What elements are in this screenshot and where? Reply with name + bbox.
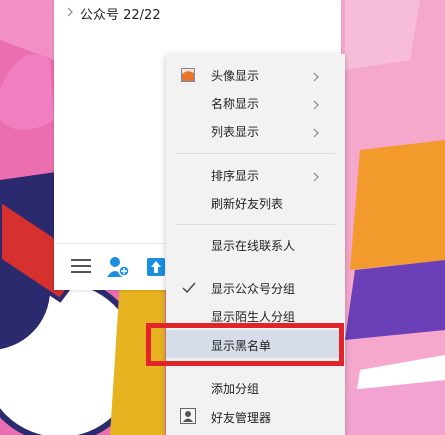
menu-item-show-public-accounts[interactable]: 显示公众号分组 (166, 274, 345, 302)
submenu-arrow-icon (312, 127, 320, 138)
group-row-public-accounts[interactable]: 公众号 22/22 (66, 2, 161, 24)
menu-icon[interactable] (70, 256, 92, 279)
friend-manager-icon (180, 408, 196, 427)
group-label: 公众号 22/22 (80, 7, 161, 23)
menu-separator (176, 224, 335, 225)
check-icon (182, 282, 196, 294)
menu-item-add-group[interactable]: 添加分组 (166, 373, 345, 401)
app-store-icon[interactable] (146, 256, 166, 281)
menu-item-refresh-friends[interactable]: 刷新好友列表 (166, 189, 345, 217)
add-contact-icon[interactable] (106, 256, 130, 281)
submenu-arrow-icon (312, 171, 320, 182)
avatar-display-icon (181, 68, 195, 82)
highlight-annotation-box (146, 323, 344, 366)
menu-item-name-display[interactable]: 名称显示 (166, 89, 345, 117)
submenu-arrow-icon (312, 71, 320, 82)
menu-item-friend-manager[interactable]: 好友管理器 (166, 402, 345, 430)
submenu-arrow-icon (312, 99, 320, 110)
chevron-right-icon (66, 6, 80, 20)
menu-item-list-display[interactable]: 列表显示 (166, 117, 345, 145)
menu-item-show-online[interactable]: 显示在线联系人 (166, 231, 345, 259)
menu-item-sort-display[interactable]: 排序显示 (166, 161, 345, 189)
menu-item-avatar-display[interactable]: 头像显示 (166, 61, 345, 89)
menu-separator (176, 153, 335, 154)
